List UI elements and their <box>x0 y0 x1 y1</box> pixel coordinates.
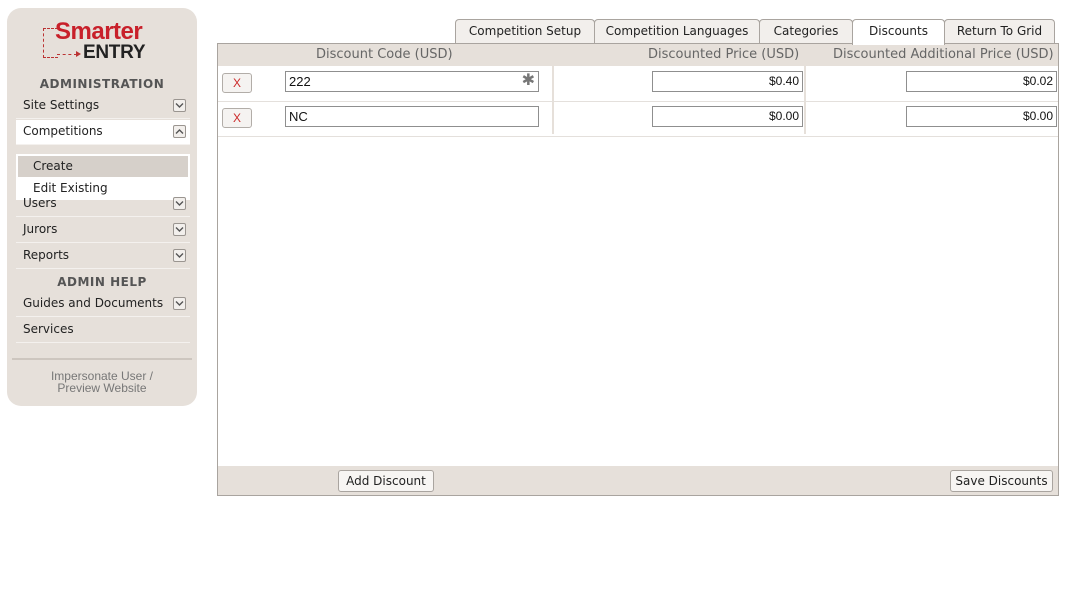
impersonate-user-link[interactable]: Impersonate User / Preview Website <box>7 370 197 394</box>
discounted-additional-price-input[interactable]: $0.00 <box>906 106 1057 127</box>
discount-code-value: 222 <box>289 74 311 89</box>
sidebar-item-label: Jurors <box>23 222 58 236</box>
discounted-price-input[interactable]: $0.40 <box>652 71 803 92</box>
tab-competition-setup[interactable]: Competition Setup <box>455 19 595 43</box>
tab-discounts[interactable]: Discounts <box>852 19 945 45</box>
sidebar-item-competitions[interactable]: Competitions <box>16 120 190 145</box>
delete-discount-button[interactable]: X <box>222 108 252 128</box>
sidebar-item-users[interactable]: Users <box>16 192 190 217</box>
table-header: Discount Code (USD) Discounted Price (US… <box>218 44 1058 66</box>
table-footer: Add Discount Save Discounts <box>218 466 1058 495</box>
admin-help-heading: ADMIN HELP <box>57 275 147 289</box>
add-discount-button[interactable]: Add Discount <box>338 470 434 492</box>
chevron-down-icon[interactable] <box>173 99 186 112</box>
chevron-down-icon[interactable] <box>173 249 186 262</box>
sidebar-item-jurors[interactable]: Jurors <box>16 218 190 243</box>
sidebar: Smarter ENTRY ADMINISTRATION Site Settin… <box>7 8 197 406</box>
sidebar-item-label: Site Settings <box>23 98 100 112</box>
discount-code-input[interactable]: 222 ✱ <box>285 71 539 92</box>
discount-code-input[interactable]: NC <box>285 106 539 127</box>
sidebar-item-label: Reports <box>23 248 70 262</box>
tab-return-to-grid[interactable]: Return To Grid <box>944 19 1055 43</box>
discount-code-value: NC <box>289 109 308 124</box>
header-discounted-additional-price: Discounted Additional Price (USD) <box>833 47 1054 62</box>
discounts-panel: Discount Code (USD) Discounted Price (US… <box>217 43 1059 496</box>
sidebar-divider <box>12 358 192 360</box>
chevron-down-icon[interactable] <box>173 197 186 210</box>
sidebar-item-services[interactable]: Services <box>16 318 190 343</box>
header-discounted-price: Discounted Price (USD) <box>648 47 800 62</box>
smarter-entry-logo[interactable]: Smarter ENTRY <box>43 18 153 70</box>
discounted-additional-price-input[interactable]: $0.02 <box>906 71 1057 92</box>
sidebar-item-label: Users <box>23 196 57 210</box>
sidebar-item-label: Competitions <box>23 124 103 138</box>
save-discounts-button[interactable]: Save Discounts <box>950 470 1053 492</box>
table-row: X NC $0.00 $0.00 <box>218 101 1058 137</box>
sidebar-item-label: Guides and Documents <box>23 296 164 310</box>
sidebar-item-guides-and-documents[interactable]: Guides and Documents <box>16 292 190 317</box>
discounted-price-input[interactable]: $0.00 <box>652 106 803 127</box>
delete-discount-button[interactable]: X <box>222 73 252 93</box>
table-row: X 222 ✱ $0.40 $0.02 <box>218 66 1058 102</box>
sidebar-subitem-label: Create <box>33 159 73 173</box>
header-discount-code: Discount Code (USD) <box>316 47 453 62</box>
logo-entry-text: ENTRY <box>83 42 146 63</box>
sidebar-item-site-settings[interactable]: Site Settings <box>16 94 190 119</box>
tab-competition-languages[interactable]: Competition Languages <box>594 19 760 43</box>
sidebar-item-label: Services <box>23 322 74 336</box>
required-asterisk-icon: ✱ <box>521 72 535 89</box>
impersonate-line-2: Preview Website <box>57 381 147 395</box>
chevron-up-icon[interactable] <box>173 125 186 138</box>
tab-categories[interactable]: Categories <box>759 19 853 43</box>
administration-heading: ADMINISTRATION <box>39 77 165 91</box>
chevron-down-icon[interactable] <box>173 223 186 236</box>
sidebar-item-reports[interactable]: Reports <box>16 244 190 269</box>
sidebar-subitem-create[interactable]: Create <box>18 156 188 177</box>
chevron-down-icon[interactable] <box>173 297 186 310</box>
